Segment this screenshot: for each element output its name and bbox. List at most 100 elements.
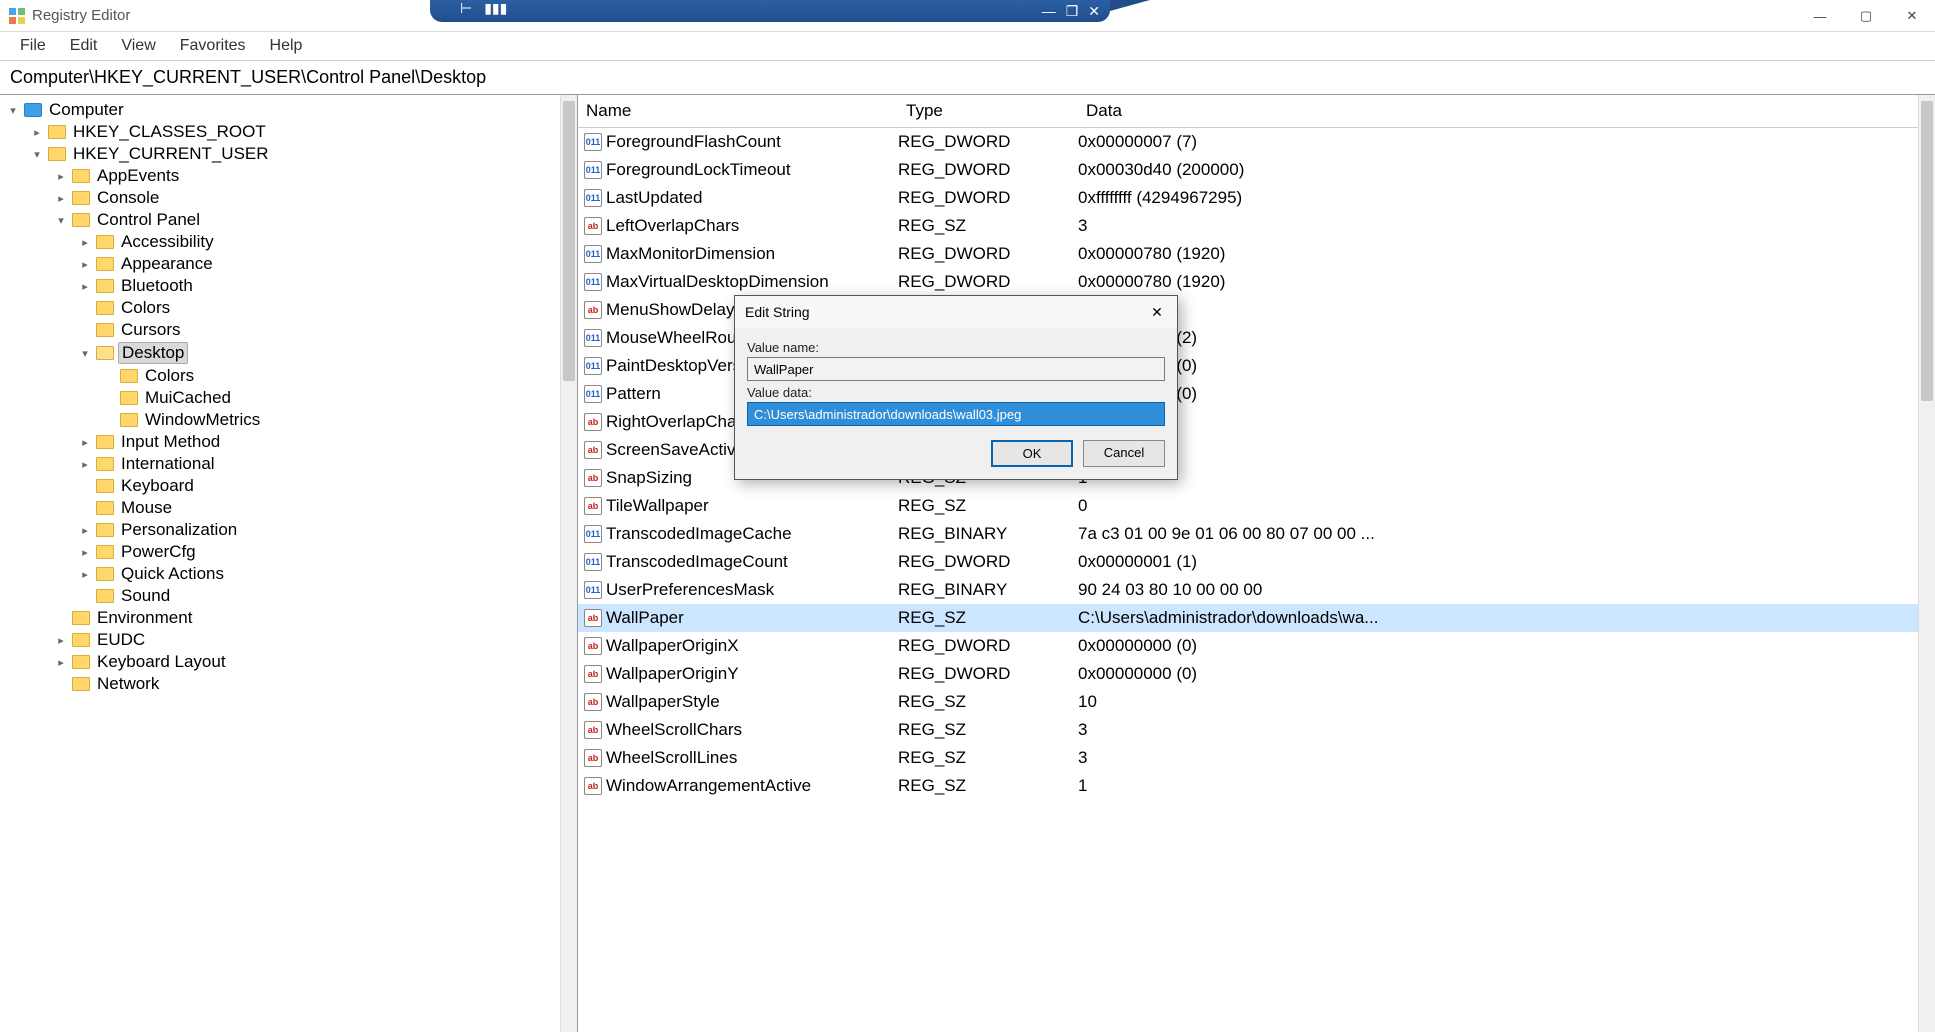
- tree-item[interactable]: Colors: [2, 297, 575, 319]
- ribbon-close-icon[interactable]: ✕: [1088, 3, 1100, 20]
- tree-item-label[interactable]: Environment: [94, 608, 195, 628]
- column-header-data[interactable]: Data: [1078, 99, 1935, 123]
- tree-item[interactable]: ▸ Console: [2, 187, 575, 209]
- list-row[interactable]: abLeftOverlapCharsREG_SZ3: [578, 212, 1935, 240]
- list-row[interactable]: 011TranscodedImageCacheREG_BINARY7a c3 0…: [578, 520, 1935, 548]
- tree-item-label[interactable]: International: [118, 454, 218, 474]
- list-row[interactable]: abWallPaperREG_SZC:\Users\administrador\…: [578, 604, 1935, 632]
- menu-view[interactable]: View: [109, 35, 167, 57]
- tree-toggle-icon[interactable]: ▸: [30, 126, 44, 139]
- ribbon-minimize-icon[interactable]: —: [1042, 3, 1056, 19]
- list-row[interactable]: abWheelScrollLinesREG_SZ3: [578, 744, 1935, 772]
- tree-item[interactable]: ▸PowerCfg: [2, 541, 575, 563]
- tree-item[interactable]: ▾ Control Panel: [2, 209, 575, 231]
- tree-item-label[interactable]: Personalization: [118, 520, 240, 540]
- tree-item-label[interactable]: HKEY_CLASSES_ROOT: [70, 122, 269, 142]
- tree-item-label[interactable]: MuiCached: [142, 388, 234, 408]
- tree-item-label[interactable]: Quick Actions: [118, 564, 227, 584]
- tree-item-label[interactable]: Keyboard Layout: [94, 652, 229, 672]
- list-row[interactable]: 011UserPreferencesMaskREG_BINARY90 24 03…: [578, 576, 1935, 604]
- tree-item[interactable]: Sound: [2, 585, 575, 607]
- tree-item[interactable]: ▾ Computer: [2, 99, 575, 121]
- list-row[interactable]: 011MaxVirtualDesktopDimensionREG_DWORD0x…: [578, 268, 1935, 296]
- tree-item-label[interactable]: Desktop: [118, 342, 188, 364]
- tree-toggle-icon[interactable]: ▾: [78, 347, 92, 360]
- menu-file[interactable]: File: [8, 35, 58, 57]
- tree-item[interactable]: ▸ HKEY_CLASSES_ROOT: [2, 121, 575, 143]
- list-scrollbar[interactable]: [1918, 95, 1935, 1032]
- tree-item[interactable]: ▾ Desktop: [2, 341, 575, 365]
- value-data-input[interactable]: [747, 402, 1165, 426]
- tree-item-label[interactable]: Mouse: [118, 498, 175, 518]
- column-header-type[interactable]: Type: [898, 99, 1078, 123]
- value-name-input[interactable]: [747, 357, 1165, 381]
- tree-item-label[interactable]: Cursors: [118, 320, 184, 340]
- tree-item-label[interactable]: Network: [94, 674, 162, 694]
- tree-item[interactable]: ▸ Accessibility: [2, 231, 575, 253]
- window-minimize-button[interactable]: —: [1797, 0, 1843, 32]
- tree-item[interactable]: ▸ AppEvents: [2, 165, 575, 187]
- window-close-button[interactable]: ✕: [1889, 0, 1935, 32]
- tree-toggle-icon[interactable]: ▸: [78, 236, 92, 249]
- tree-toggle-icon[interactable]: ▸: [54, 170, 68, 183]
- tree-item-label[interactable]: Accessibility: [118, 232, 217, 252]
- list-row[interactable]: 011LastUpdatedREG_DWORD0xffffffff (42949…: [578, 184, 1935, 212]
- registry-values-pane[interactable]: Name Type Data 011ForegroundFlashCountRE…: [578, 95, 1935, 1032]
- ok-button[interactable]: OK: [991, 440, 1073, 467]
- list-row[interactable]: 011TranscodedImageCountREG_DWORD0x000000…: [578, 548, 1935, 576]
- ribbon-restore-icon[interactable]: ❐: [1066, 3, 1079, 20]
- tree-item-label[interactable]: WindowMetrics: [142, 410, 263, 430]
- tree-toggle-icon[interactable]: ▸: [78, 436, 92, 449]
- tree-item[interactable]: Keyboard: [2, 475, 575, 497]
- tree-item-label[interactable]: Console: [94, 188, 162, 208]
- tree-scrollbar[interactable]: [560, 95, 577, 1032]
- tree-item[interactable]: ▸ Input Method: [2, 431, 575, 453]
- list-row[interactable]: abWallpaperOriginXREG_DWORD0x00000000 (0…: [578, 632, 1935, 660]
- tree-item[interactable]: ▸ International: [2, 453, 575, 475]
- tree-toggle-icon[interactable]: ▸: [78, 458, 92, 471]
- menu-edit[interactable]: Edit: [58, 35, 110, 57]
- list-row[interactable]: abWindowArrangementActiveREG_SZ1: [578, 772, 1935, 800]
- tree-item-label[interactable]: Appearance: [118, 254, 216, 274]
- tree-toggle-icon[interactable]: ▸: [78, 524, 92, 537]
- tree-item[interactable]: ▸ Personalization: [2, 519, 575, 541]
- list-row[interactable]: abTileWallpaperREG_SZ0: [578, 492, 1935, 520]
- registry-tree-pane[interactable]: ▾Computer▸HKEY_CLASSES_ROOT▾HKEY_CURRENT…: [0, 95, 578, 1032]
- menu-help[interactable]: Help: [258, 35, 315, 57]
- tree-item-label[interactable]: EUDC: [94, 630, 148, 650]
- tree-toggle-icon[interactable]: ▸: [54, 192, 68, 205]
- tree-item-label[interactable]: Colors: [142, 366, 197, 386]
- list-row[interactable]: 011ForegroundLockTimeoutREG_DWORD0x00030…: [578, 156, 1935, 184]
- tree-item[interactable]: ▸ Appearance: [2, 253, 575, 275]
- tree-item-label[interactable]: Control Panel: [94, 210, 203, 230]
- window-maximize-button[interactable]: ▢: [1843, 0, 1889, 32]
- tree-toggle-icon[interactable]: ▸: [78, 568, 92, 581]
- tree-item-label[interactable]: Computer: [46, 100, 127, 120]
- dialog-close-button[interactable]: ✕: [1147, 302, 1167, 322]
- tree-item[interactable]: Environment: [2, 607, 575, 629]
- tree-item[interactable]: Network: [2, 673, 575, 695]
- dialog-titlebar[interactable]: Edit String ✕: [735, 296, 1177, 328]
- tree-item-label[interactable]: Bluetooth: [118, 276, 196, 296]
- tree-item-label[interactable]: AppEvents: [94, 166, 182, 186]
- tree-item-label[interactable]: Keyboard: [118, 476, 197, 496]
- tree-item-label[interactable]: Colors: [118, 298, 173, 318]
- tree-item[interactable]: MuiCached: [2, 387, 575, 409]
- menu-favorites[interactable]: Favorites: [168, 35, 258, 57]
- tree-toggle-icon[interactable]: ▾: [6, 104, 20, 117]
- tree-toggle-icon[interactable]: ▸: [54, 656, 68, 669]
- tree-toggle-icon[interactable]: ▸: [54, 634, 68, 647]
- list-row[interactable]: 011ForegroundFlashCountREG_DWORD0x000000…: [578, 128, 1935, 156]
- address-bar[interactable]: Computer\HKEY_CURRENT_USER\Control Panel…: [0, 61, 1935, 95]
- tree-item-label[interactable]: Input Method: [118, 432, 223, 452]
- tree-toggle-icon[interactable]: ▾: [54, 214, 68, 227]
- tree-item[interactable]: Mouse: [2, 497, 575, 519]
- tree-item[interactable]: ▸ EUDC: [2, 629, 575, 651]
- tree-toggle-icon[interactable]: ▸: [78, 258, 92, 271]
- tree-item-label[interactable]: PowerCfg: [118, 542, 199, 562]
- tree-item[interactable]: Cursors: [2, 319, 575, 341]
- list-row[interactable]: abWallpaperStyleREG_SZ10: [578, 688, 1935, 716]
- tree-item[interactable]: Colors: [2, 365, 575, 387]
- list-row[interactable]: abWheelScrollCharsREG_SZ3: [578, 716, 1935, 744]
- tree-item-label[interactable]: Sound: [118, 586, 173, 606]
